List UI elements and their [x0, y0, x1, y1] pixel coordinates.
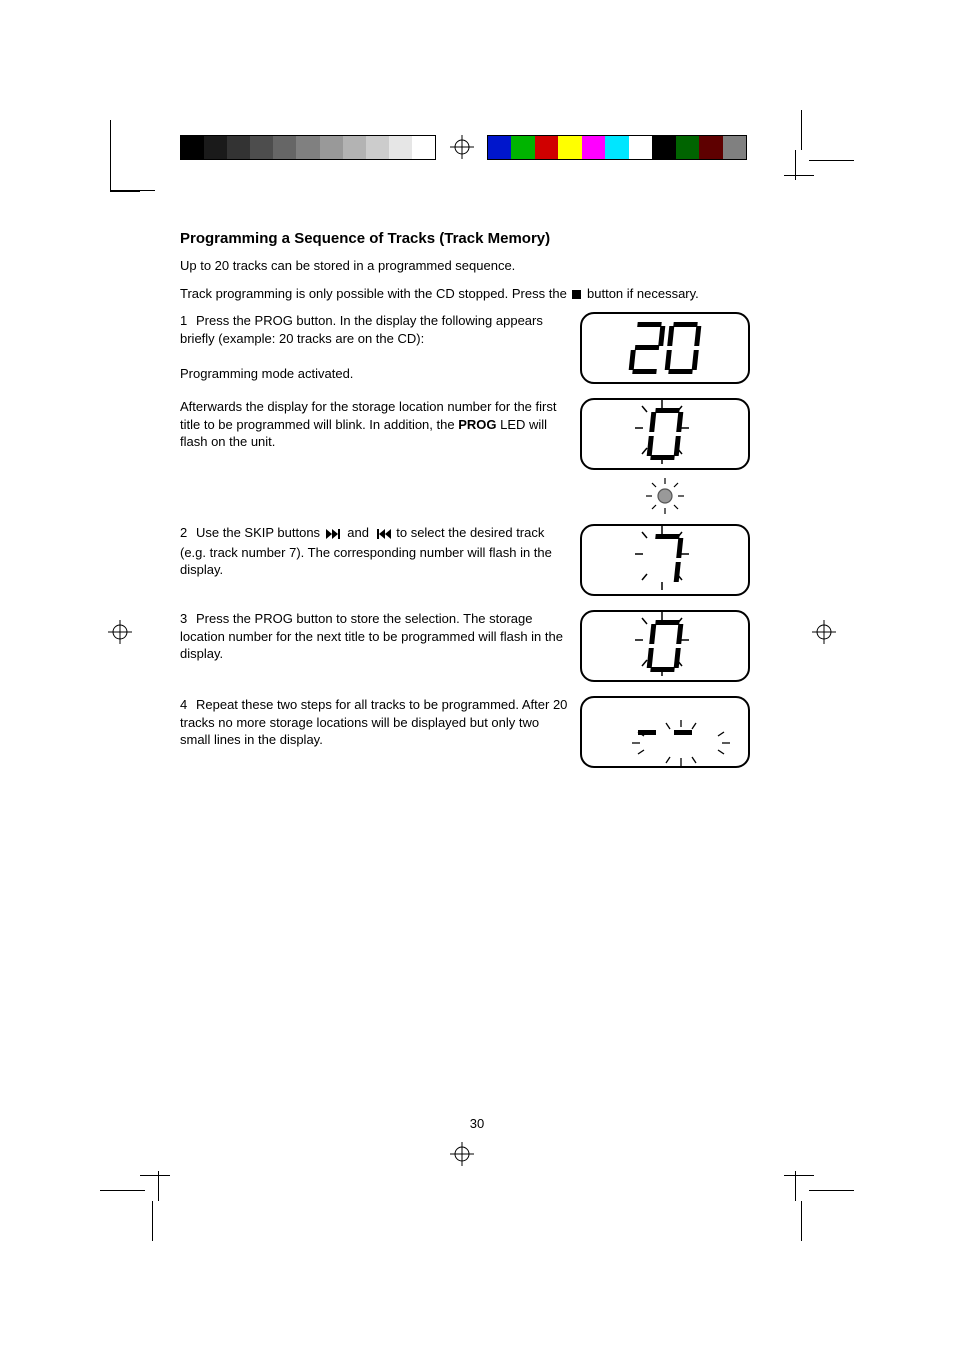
page-content: Programming a Sequence of Tracks (Track … — [180, 230, 750, 782]
step-4-text: 4Repeat these two steps for all tracks t… — [180, 696, 570, 749]
lcd-display-blink-0-b — [580, 610, 750, 682]
registration-mark-left — [108, 620, 132, 644]
lcd-display-20 — [580, 312, 750, 384]
step-2-text: 2Use the SKIP buttons and to select the … — [180, 524, 570, 579]
section-title: Programming a Sequence of Tracks (Track … — [180, 230, 750, 247]
lcd-display-blink-0 — [580, 398, 750, 470]
intro-text-2a: Track programming is only possible with … — [180, 286, 570, 301]
lcd-display-dashes — [580, 696, 750, 768]
registration-mark-top — [450, 135, 474, 159]
led-blink-icon — [640, 474, 690, 514]
step-1-text: 1Press the PROG button. In the display t… — [180, 312, 570, 347]
prog-led-label: PROG — [458, 417, 496, 432]
skip-forward-icon — [326, 526, 342, 544]
intro-text-2b: button if necessary. — [583, 286, 698, 301]
crop-mark-tl — [110, 120, 155, 192]
step-1b-text: Afterwards the display for the storage l… — [180, 398, 570, 451]
blink-rays-icon — [626, 716, 736, 771]
registration-mark-right — [812, 620, 836, 644]
color-calibration-bar — [487, 135, 747, 160]
step-3-text: 3Press the PROG button to store the sele… — [180, 610, 570, 663]
step-1-note: Programming mode activated. — [180, 365, 570, 383]
page-number: 30 — [470, 1116, 484, 1131]
stop-icon — [572, 290, 581, 299]
crop-mark-br — [784, 1171, 844, 1231]
intro-text-2: Track programming is only possible with … — [180, 285, 750, 303]
registration-mark-bottom — [450, 1142, 474, 1166]
skip-back-icon — [375, 526, 391, 544]
crop-mark-tr — [784, 120, 844, 180]
intro-text-1: Up to 20 tracks can be stored in a progr… — [180, 257, 750, 275]
lcd-display-blink-7 — [580, 524, 750, 596]
grayscale-calibration-bar — [180, 135, 436, 160]
crop-mark-bl — [110, 1171, 170, 1231]
